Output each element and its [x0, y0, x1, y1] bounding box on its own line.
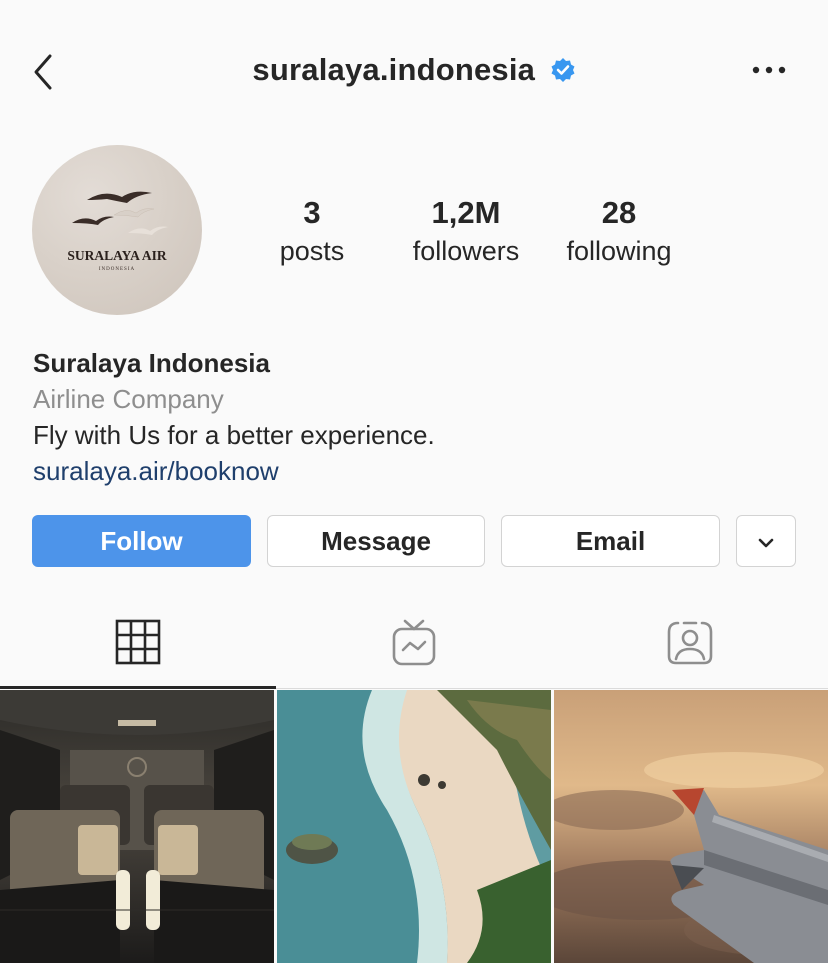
message-button[interactable]: Message — [267, 515, 485, 567]
profile-name: Suralaya Indonesia — [33, 348, 270, 378]
profile-category: Airline Company — [33, 384, 224, 414]
tab-tagged[interactable] — [552, 600, 828, 688]
stat-following[interactable]: 28 following — [554, 195, 684, 271]
more-horizontal-icon[interactable] — [750, 58, 790, 82]
chevron-down-icon — [756, 526, 776, 557]
stat-following-label: following — [566, 236, 672, 266]
stat-posts-value: 3 — [303, 195, 321, 230]
suggestions-dropdown-button[interactable] — [736, 515, 796, 567]
follow-button[interactable]: Follow — [32, 515, 251, 567]
verified-badge-icon — [550, 57, 576, 83]
post-tile-wing-clouds[interactable] — [554, 690, 828, 963]
tab-grid[interactable] — [0, 600, 276, 688]
profile-link[interactable]: suralaya.air/booknow — [33, 453, 793, 489]
grid-icon — [115, 619, 161, 670]
tab-igtv[interactable] — [276, 600, 552, 688]
avatar-logo-subtext: INDONESIA — [99, 267, 135, 272]
profile-bio: Suralaya Indonesia Airline Company Fly w… — [33, 345, 793, 489]
top-bar: suralaya.indonesia — [0, 0, 828, 140]
avatar-logo-text: SURALAYA AIR — [67, 248, 166, 263]
active-tab-indicator — [0, 686, 276, 689]
email-button[interactable]: Email — [501, 515, 720, 567]
igtv-icon — [391, 617, 437, 672]
profile-description: Fly with Us for a better experience. — [33, 420, 435, 450]
stat-followers-value: 1,2M — [431, 195, 501, 230]
profile-tabs — [0, 600, 828, 690]
profile-avatar[interactable]: SURALAYA AIR INDONESIA — [32, 145, 202, 315]
post-tile-beach-aerial[interactable] — [277, 690, 551, 963]
post-tile-airplane-cabin[interactable] — [0, 690, 274, 963]
stat-followers[interactable]: 1,2M followers — [400, 195, 532, 271]
header-title: suralaya.indonesia — [0, 52, 828, 88]
tagged-user-icon — [666, 619, 714, 670]
username-title: suralaya.indonesia — [252, 52, 536, 87]
stat-following-value: 28 — [601, 195, 637, 230]
stat-followers-label: followers — [412, 236, 520, 266]
stat-posts[interactable]: 3 posts — [262, 195, 362, 271]
stat-posts-label: posts — [279, 236, 345, 266]
